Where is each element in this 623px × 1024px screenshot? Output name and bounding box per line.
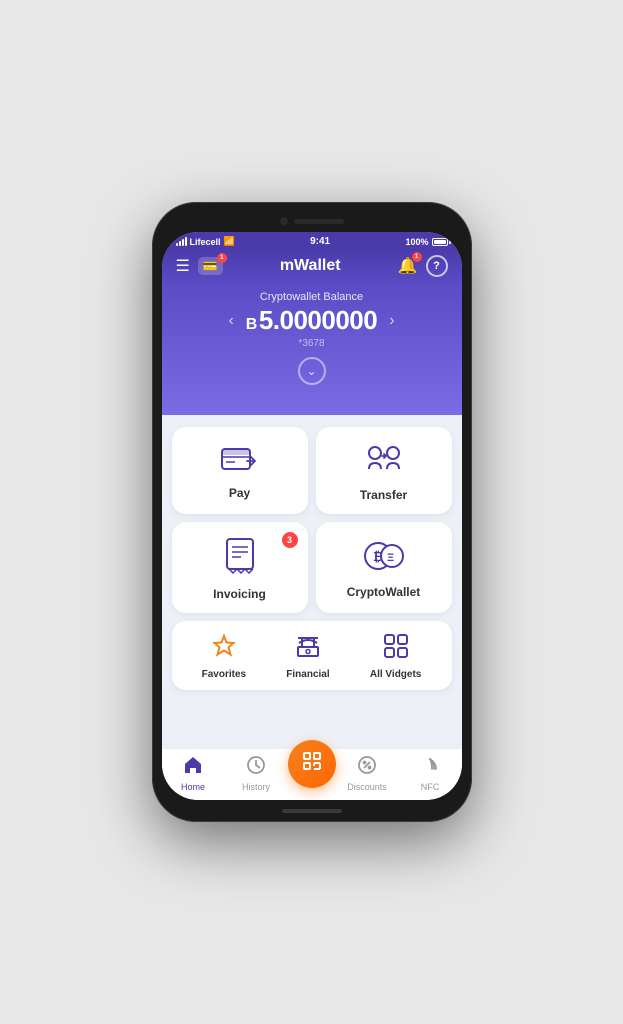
- tab-history[interactable]: History: [225, 755, 288, 792]
- pay-icon: [221, 445, 259, 480]
- discounts-tab-icon: [357, 755, 377, 780]
- battery-icon: [432, 238, 448, 246]
- cards-grid: Pay Transfer: [172, 427, 452, 613]
- balance-row: ‹ B5.0000000 ›: [176, 305, 448, 336]
- invoicing-icon: [225, 538, 255, 581]
- phone-screen: Lifecell 📶 9:41 100% ☰ 💳: [162, 232, 462, 800]
- scan-icon: [301, 750, 323, 777]
- cryptowallet-card[interactable]: ₿ Ξ CryptoWallet: [316, 522, 452, 613]
- home-indicator: [282, 809, 342, 813]
- favorites-label: Favorites: [202, 669, 246, 680]
- status-time: 9:41: [310, 236, 330, 247]
- home-tab-label: Home: [181, 782, 205, 792]
- carrier-name: Lifecell: [190, 237, 221, 247]
- invoicing-badge: 3: [282, 532, 298, 548]
- header-left: ☰ 💳 1: [176, 256, 223, 276]
- notification-badge: 1: [412, 252, 422, 262]
- all-vidgets-icon: [383, 633, 409, 665]
- app-header: ☰ 💳 1 mWallet 🔔 1 ?: [162, 249, 462, 283]
- help-button[interactable]: ?: [426, 255, 448, 277]
- history-tab-label: History: [242, 782, 270, 792]
- front-camera: [280, 217, 288, 225]
- widgets-row: Favorites: [172, 621, 452, 690]
- signal-icon: [176, 237, 187, 246]
- transfer-icon: [365, 443, 403, 482]
- invoicing-card[interactable]: 3 Invoicing: [172, 522, 308, 613]
- history-tab-icon: [246, 755, 266, 780]
- balance-currency: B: [246, 316, 257, 333]
- balance-label: Cryptowallet Balance: [176, 291, 448, 303]
- pay-card[interactable]: Pay: [172, 427, 308, 514]
- phone-bottom-bar: [162, 804, 462, 818]
- help-icon: ?: [433, 260, 440, 272]
- card-badge: 1: [217, 253, 227, 263]
- balance-section: Cryptowallet Balance ‹ B5.0000000 › *367…: [162, 283, 462, 415]
- financial-label: Financial: [286, 669, 329, 680]
- tab-bar: Home History: [162, 748, 462, 800]
- phone-frame: Lifecell 📶 9:41 100% ☰ 💳: [152, 202, 472, 822]
- financial-widget[interactable]: Financial: [286, 633, 329, 680]
- battery-percent: 100%: [405, 237, 428, 247]
- header-right: 🔔 1 ?: [398, 255, 448, 277]
- status-bar: Lifecell 📶 9:41 100%: [162, 232, 462, 249]
- cryptowallet-label: CryptoWallet: [347, 585, 421, 599]
- notification-button[interactable]: 🔔 1: [398, 256, 418, 276]
- app-container: Lifecell 📶 9:41 100% ☰ 💳: [162, 232, 462, 800]
- all-vidgets-label: All Vidgets: [370, 669, 422, 680]
- svg-text:Ξ: Ξ: [387, 552, 394, 564]
- discounts-tab-label: Discounts: [347, 782, 387, 792]
- all-vidgets-widget[interactable]: All Vidgets: [370, 633, 422, 680]
- nfc-tab-label: NFC: [421, 782, 440, 792]
- phone-speaker: [294, 219, 344, 224]
- transfer-label: Transfer: [360, 488, 407, 502]
- card-button[interactable]: 💳 1: [198, 257, 223, 275]
- invoicing-label: Invoicing: [213, 587, 266, 601]
- phone-notch: [162, 212, 462, 230]
- tab-home[interactable]: Home: [162, 755, 225, 792]
- favorites-icon: [211, 633, 237, 665]
- account-number: *3678: [176, 338, 448, 349]
- tab-discounts[interactable]: Discounts: [336, 755, 399, 792]
- app-title: mWallet: [280, 257, 341, 275]
- scan-button[interactable]: [288, 740, 336, 788]
- home-tab-icon: [183, 755, 203, 780]
- pay-label: Pay: [229, 486, 250, 500]
- financial-icon: [295, 633, 321, 665]
- main-content: Pay Transfer: [162, 415, 462, 748]
- balance-amount: B5.0000000: [246, 305, 377, 336]
- favorites-widget[interactable]: Favorites: [202, 633, 246, 680]
- status-right: 100%: [405, 237, 447, 247]
- cryptowallet-icon: ₿ Ξ: [364, 540, 404, 579]
- balance-next-button[interactable]: ›: [389, 312, 394, 330]
- expand-button[interactable]: ⌄: [298, 357, 326, 385]
- transfer-card[interactable]: Transfer: [316, 427, 452, 514]
- header-top: ☰ 💳 1 mWallet 🔔 1 ?: [176, 255, 448, 277]
- wifi-icon: 📶: [224, 236, 235, 247]
- battery-fill: [434, 240, 446, 244]
- balance-prev-button[interactable]: ‹: [228, 312, 233, 330]
- tab-nfc[interactable]: NFC: [399, 755, 462, 792]
- menu-button[interactable]: ☰: [176, 256, 190, 276]
- status-left: Lifecell 📶: [176, 236, 235, 247]
- nfc-tab-icon: [420, 755, 440, 780]
